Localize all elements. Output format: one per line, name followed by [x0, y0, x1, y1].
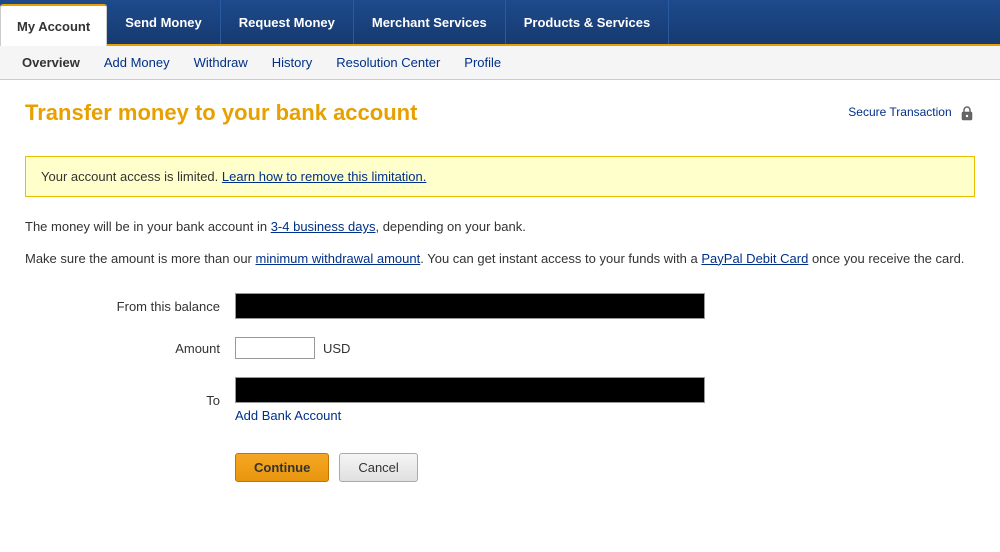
- continue-button[interactable]: Continue: [235, 453, 329, 482]
- nav-request-money[interactable]: Request Money: [221, 0, 354, 44]
- to-field[interactable]: [235, 377, 705, 403]
- secure-transaction-label: Secure Transaction: [848, 105, 951, 119]
- subnav-history[interactable]: History: [260, 46, 324, 79]
- sub-nav: Overview Add Money Withdraw History Reso…: [0, 46, 1000, 80]
- subnav-overview[interactable]: Overview: [10, 46, 92, 79]
- from-balance-label: From this balance: [105, 299, 235, 314]
- paypal-debit-link[interactable]: PayPal Debit Card: [701, 251, 808, 266]
- nav-merchant-services[interactable]: Merchant Services: [354, 0, 506, 44]
- secure-transaction-link[interactable]: Secure Transaction: [848, 105, 975, 121]
- amount-row: Amount USD: [25, 337, 975, 359]
- warning-box: Your account access is limited. Learn ho…: [25, 156, 975, 197]
- info-paragraph-1: The money will be in your bank account i…: [25, 217, 975, 237]
- add-bank-account-link[interactable]: Add Bank Account: [235, 408, 705, 423]
- currency-label: USD: [323, 341, 350, 356]
- info-text-2c: once you receive the card.: [808, 251, 964, 266]
- button-row: Continue Cancel: [25, 453, 975, 482]
- nav-send-money[interactable]: Send Money: [107, 0, 221, 44]
- subnav-add-money[interactable]: Add Money: [92, 46, 182, 79]
- subnav-resolution-center[interactable]: Resolution Center: [324, 46, 452, 79]
- amount-input[interactable]: [235, 337, 315, 359]
- info-text-2a: Make sure the amount is more than our: [25, 251, 256, 266]
- to-section: Add Bank Account: [235, 377, 705, 423]
- warning-text: Your account access is limited.: [41, 169, 222, 184]
- main-content: Transfer money to your bank account Secu…: [0, 80, 1000, 502]
- page-title: Transfer money to your bank account: [25, 100, 417, 126]
- warning-link[interactable]: Learn how to remove this limitation.: [222, 169, 426, 184]
- amount-label: Amount: [105, 341, 235, 356]
- from-balance-row: From this balance: [25, 293, 975, 319]
- nav-products-services[interactable]: Products & Services: [506, 0, 669, 44]
- min-withdrawal-link[interactable]: minimum withdrawal amount: [256, 251, 421, 266]
- info-text-1a: The money will be in your bank account i…: [25, 219, 271, 234]
- subnav-withdraw[interactable]: Withdraw: [182, 46, 260, 79]
- nav-my-account[interactable]: My Account: [0, 4, 107, 46]
- cancel-button[interactable]: Cancel: [339, 453, 417, 482]
- info-text-1b: , depending on your bank.: [375, 219, 525, 234]
- lock-icon: [959, 105, 975, 121]
- form-section: From this balance Amount USD To Add Bank…: [25, 293, 975, 423]
- from-balance-field[interactable]: [235, 293, 705, 319]
- title-row: Transfer money to your bank account Secu…: [25, 100, 975, 141]
- business-days-link[interactable]: 3-4 business days: [271, 219, 376, 234]
- info-text-2b: . You can get instant access to your fun…: [420, 251, 701, 266]
- info-paragraph-2: Make sure the amount is more than our mi…: [25, 249, 975, 269]
- top-nav: My Account Send Money Request Money Merc…: [0, 0, 1000, 46]
- to-row: To Add Bank Account: [25, 377, 975, 423]
- to-label: To: [105, 393, 235, 408]
- subnav-profile[interactable]: Profile: [452, 46, 513, 79]
